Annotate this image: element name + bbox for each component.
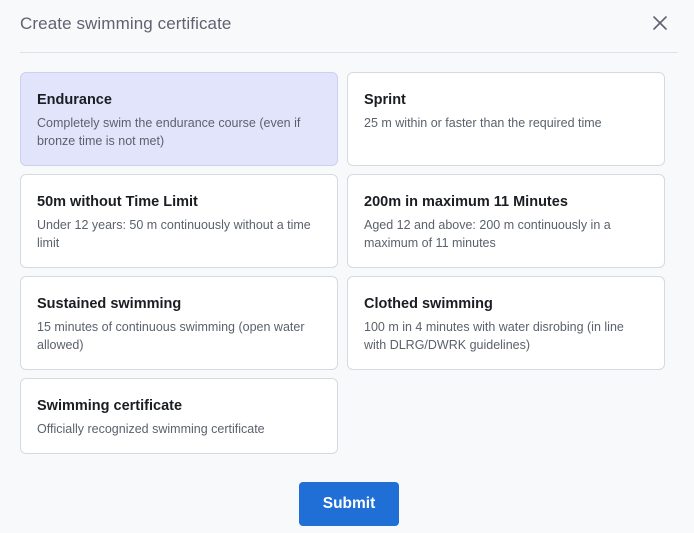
option-card-swimming-certificate[interactable]: Swimming certificate Officially recogniz… [20,378,338,454]
option-card-50m-no-time-limit[interactable]: 50m without Time Limit Under 12 years: 5… [20,174,338,268]
option-title: Sustained swimming [37,296,182,312]
option-description: 100 m in 4 minutes with water disrobing … [364,320,624,352]
option-description: Officially recognized swimming certifica… [37,422,265,436]
option-title: 50m without Time Limit [37,194,198,210]
option-description: Aged 12 and above: 200 m continuously in… [364,218,611,250]
option-description: 25 m within or faster than the required … [364,116,602,130]
close-button[interactable] [650,13,670,33]
option-card-sustained-swimming[interactable]: Sustained swimming 15 minutes of continu… [20,276,338,370]
option-card-endurance[interactable]: Endurance Completely swim the endurance … [20,72,338,166]
option-description: Completely swim the endurance course (ev… [37,116,301,148]
create-certificate-dialog: Create swimming certificate Endurance Co… [0,0,694,533]
option-card-sprint[interactable]: Sprint 25 m within or faster than the re… [347,72,665,166]
option-title: 200m in maximum 11 Minutes [364,194,568,210]
option-title: Clothed swimming [364,296,493,312]
close-icon [653,16,667,30]
option-title: Sprint [364,92,406,108]
option-title: Swimming certificate [37,398,183,414]
dialog-title: Create swimming certificate [20,14,232,33]
submit-button[interactable]: Submit [299,482,399,526]
option-description: Under 12 years: 50 m continuously withou… [37,218,311,250]
dialog-header: Create swimming certificate [20,0,678,53]
option-title: Endurance [37,92,112,108]
option-description: 15 minutes of continuous swimming (open … [37,320,305,352]
option-card-200m-max-11-minutes[interactable]: 200m in maximum 11 Minutes Aged 12 and a… [347,174,665,268]
option-card-clothed-swimming[interactable]: Clothed swimming 100 m in 4 minutes with… [347,276,665,370]
